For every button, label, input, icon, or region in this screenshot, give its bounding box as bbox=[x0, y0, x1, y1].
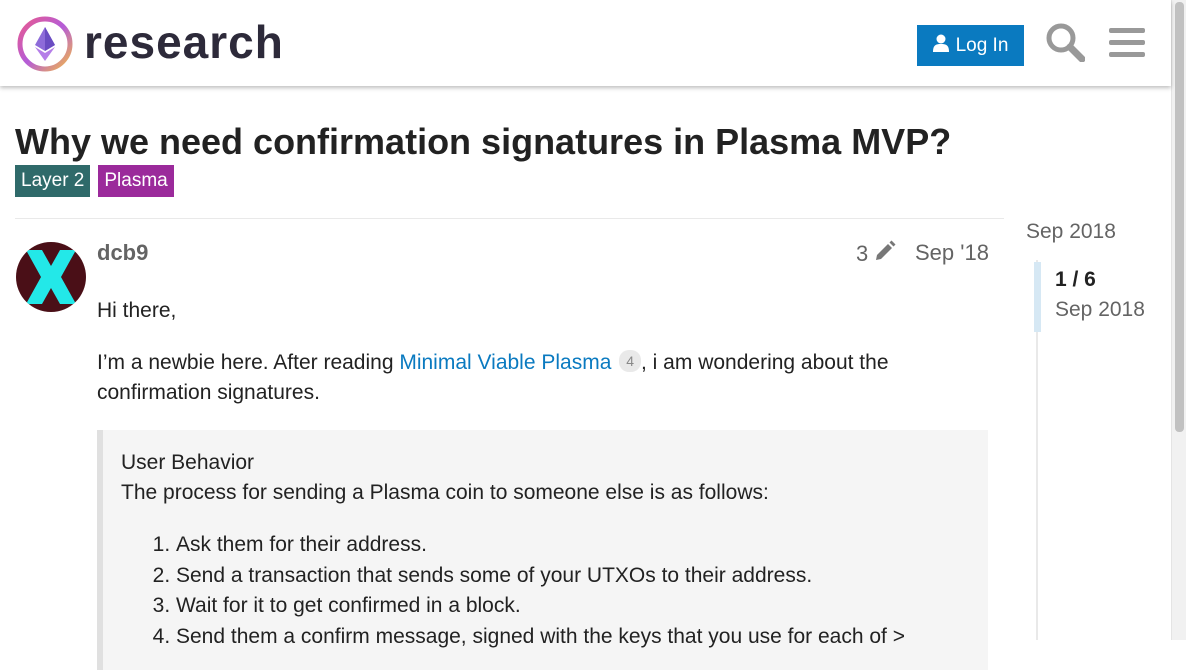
post-date[interactable]: Sep '18 bbox=[915, 240, 989, 266]
blockquote: User Behavior The process for sending a … bbox=[97, 430, 988, 670]
post-body: Hi there, I’m a newbie here. After readi… bbox=[97, 296, 988, 430]
timeline-start-date[interactable]: Sep 2018 bbox=[1026, 220, 1116, 244]
site-header: research Log In bbox=[0, 0, 1171, 86]
timeline-position[interactable]: 1 / 6 bbox=[1055, 268, 1096, 292]
login-button[interactable]: Log In bbox=[917, 25, 1024, 66]
quote-heading: User Behavior bbox=[121, 451, 255, 474]
post-greeting: Hi there, bbox=[97, 299, 177, 322]
quote-lead: The process for sending a Plasma coin to… bbox=[121, 481, 769, 504]
brand-name[interactable]: research bbox=[84, 14, 284, 70]
list-item: Wait for it to get confirmed in a block. bbox=[176, 591, 970, 622]
tag-plasma[interactable]: Plasma bbox=[98, 165, 174, 197]
intro-text-before: I’m a newbie here. After reading bbox=[97, 351, 400, 374]
timeline-handle[interactable] bbox=[1034, 262, 1041, 332]
user-icon bbox=[932, 34, 949, 58]
ethereum-research-logo[interactable] bbox=[17, 16, 73, 72]
list-item: Ask them for their address. bbox=[176, 530, 970, 561]
quote-steps: Ask them for their address. Send a trans… bbox=[121, 530, 970, 652]
topic-title[interactable]: Why we need confirmation signatures in P… bbox=[15, 120, 951, 164]
page-scrollbar[interactable] bbox=[1171, 0, 1186, 640]
list-item: Send a transaction that sends some of yo… bbox=[176, 561, 970, 592]
scrollbar-thumb[interactable] bbox=[1175, 2, 1184, 432]
timeline-current-date: Sep 2018 bbox=[1055, 298, 1145, 321]
list-item: Send them a confirm message, signed with… bbox=[176, 622, 970, 653]
topic-tags: Layer 2 Plasma bbox=[15, 165, 174, 197]
avatar[interactable] bbox=[16, 242, 86, 312]
minimal-viable-plasma-link[interactable]: Minimal Viable Plasma bbox=[399, 351, 611, 374]
title-divider bbox=[15, 218, 1004, 219]
link-click-count: 4 bbox=[619, 350, 642, 372]
login-label: Log In bbox=[955, 34, 1009, 56]
post-intro: I’m a newbie here. After reading Minimal… bbox=[97, 348, 988, 408]
tag-layer-2[interactable]: Layer 2 bbox=[15, 165, 91, 197]
hamburger-menu-icon[interactable] bbox=[1107, 22, 1147, 62]
edit-history[interactable]: 3 bbox=[856, 240, 896, 268]
post-username[interactable]: dcb9 bbox=[97, 240, 148, 266]
search-icon[interactable] bbox=[1045, 22, 1086, 63]
pencil-icon bbox=[874, 240, 896, 268]
edit-count: 3 bbox=[856, 241, 869, 266]
